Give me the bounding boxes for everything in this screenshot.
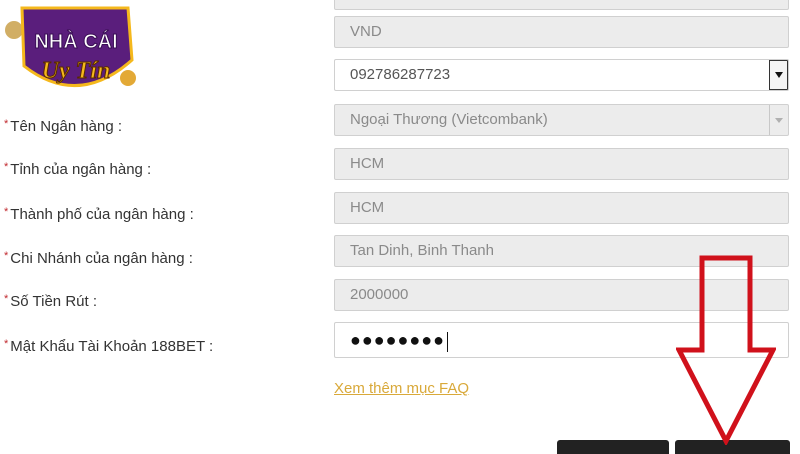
password-label: * Mật Khẩu Tài Khoản 188BET : bbox=[4, 338, 214, 355]
account-number-value: 092786287723 bbox=[350, 66, 451, 83]
bank-city-value: HCM bbox=[350, 199, 385, 216]
account-name-field bbox=[334, 0, 789, 10]
bank-branch-label: * Chi Nhánh của ngân hàng : bbox=[4, 250, 193, 267]
bank-name-dropdown-button[interactable] bbox=[769, 105, 788, 135]
nha-cai-uy-tin-logo: NHÀ CÁI Uy Tín bbox=[0, 0, 150, 105]
currency-value: VND bbox=[350, 23, 382, 40]
bank-city-label: * Thành phố của ngân hàng : bbox=[4, 206, 194, 223]
logo-line1: NHÀ CÁI bbox=[34, 30, 117, 53]
cancel-button[interactable] bbox=[557, 440, 669, 454]
account-number-select[interactable]: 092786287723 bbox=[334, 59, 789, 91]
logo-line2: Uy Tín bbox=[42, 58, 111, 84]
withdraw-amount-label: * Số Tiền Rút : bbox=[4, 293, 97, 310]
bank-branch-value: Tan Dinh, Binh Thanh bbox=[350, 242, 494, 259]
bank-province-value: HCM bbox=[350, 155, 385, 172]
bank-province-label: * Tỉnh của ngân hàng : bbox=[4, 161, 152, 178]
bank-name-value: Ngoại Thương (Vietcombank) bbox=[350, 111, 548, 128]
currency-field: VND bbox=[334, 16, 789, 48]
text-caret bbox=[446, 332, 448, 353]
bank-province-field[interactable]: HCM bbox=[334, 148, 789, 180]
withdraw-amount-value: 2000000 bbox=[350, 286, 409, 303]
chevron-down-icon bbox=[774, 72, 783, 78]
bank-name-label: * Tên Ngân hàng : bbox=[4, 118, 123, 135]
bank-city-field[interactable]: HCM bbox=[334, 192, 789, 224]
account-number-dropdown-button[interactable] bbox=[769, 60, 788, 90]
password-value: ●●●●●●●● bbox=[350, 330, 445, 350]
bank-name-select[interactable]: Ngoại Thương (Vietcombank) bbox=[334, 104, 789, 136]
down-arrow-icon bbox=[674, 255, 778, 447]
faq-link[interactable]: Xem thêm mục FAQ bbox=[334, 380, 469, 397]
chevron-down-icon bbox=[775, 117, 783, 123]
